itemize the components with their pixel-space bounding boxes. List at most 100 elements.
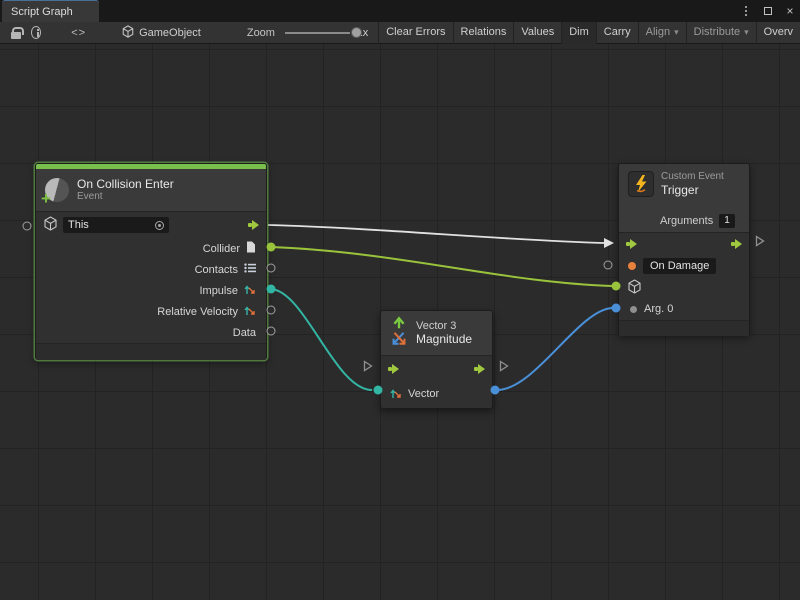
graph-canvas[interactable]: + On Collision Enter Event This Collider [0, 44, 800, 600]
vector3-mini-icon [244, 304, 256, 319]
node-title: On Collision Enter [77, 177, 174, 191]
zoom-slider[interactable] [285, 26, 350, 40]
port-row-relative-velocity[interactable]: Relative Velocity [36, 301, 266, 322]
wire-magnitude-to-arg0[interactable] [497, 308, 612, 390]
control-out-triangle-icon[interactable] [499, 359, 509, 377]
port-row-collider[interactable]: Collider [36, 238, 266, 259]
object-picker-icon[interactable] [155, 221, 164, 230]
align-button[interactable]: Align ▾ [638, 22, 686, 44]
code-icon[interactable]: <> [71, 27, 86, 39]
tab-script-graph[interactable]: Script Graph [2, 0, 99, 22]
wire-impulse-to-vector[interactable] [271, 289, 372, 390]
relations-button[interactable]: Relations [453, 22, 514, 44]
node-footer [36, 344, 266, 360]
collider-file-icon [246, 241, 256, 256]
arguments-count-field[interactable]: 1 [719, 214, 735, 228]
node-footer [619, 321, 749, 336]
control-input-port[interactable] [388, 364, 399, 374]
event-name-value: On Damage [650, 260, 709, 272]
target-field[interactable]: This [63, 217, 169, 233]
control-input-port[interactable] [626, 239, 637, 249]
info-icon[interactable] [31, 26, 41, 39]
gameobject-button[interactable]: GameObject [122, 25, 201, 41]
dropdown-arrow-icon: ▾ [674, 22, 679, 43]
port-magnitude-output[interactable] [491, 386, 500, 395]
port-label: Impulse [199, 285, 238, 297]
overview-button[interactable]: Overv [756, 22, 800, 44]
node-header[interactable]: Custom Event Trigger [619, 164, 749, 210]
port-event-target-input[interactable] [612, 282, 621, 291]
node-kind: Vector 3 [416, 320, 472, 332]
port-contacts-output[interactable] [267, 264, 276, 273]
node-trigger-custom-event[interactable]: Custom Event Trigger Arguments 1 On Dama… [618, 163, 750, 335]
vector3-mini-icon [390, 387, 402, 402]
close-icon[interactable]: × [784, 4, 796, 18]
event-name-row[interactable]: On Damage [619, 255, 749, 277]
control-flow-row[interactable] [381, 356, 492, 382]
port-row-data[interactable]: Data [36, 322, 266, 343]
graph-toolbar: <> GameObject Zoom 1x Clear Errors Relat… [0, 22, 800, 44]
port-vector-input[interactable] [374, 386, 383, 395]
dropdown-arrow-icon: ▾ [744, 22, 749, 43]
port-row-impulse[interactable]: Impulse [36, 280, 266, 301]
distribute-button[interactable]: Distribute ▾ [686, 22, 756, 44]
port-label: Data [233, 327, 256, 339]
node-on-collision-enter[interactable]: + On Collision Enter Event This Collider [35, 163, 267, 360]
vector-input-row[interactable]: Vector [381, 382, 492, 406]
target-port-row[interactable]: This [36, 212, 266, 238]
custom-event-icon [628, 171, 654, 197]
wire-control-arrowhead [604, 238, 614, 248]
node-kind: Custom Event [661, 171, 724, 183]
arg0-port-row[interactable]: Arg. 0 [619, 298, 749, 320]
arguments-label: Arguments [660, 215, 713, 227]
port-label: Collider [203, 243, 240, 255]
target-value: This [68, 219, 89, 231]
control-output-port[interactable] [731, 239, 742, 249]
vector3-icon [389, 315, 409, 352]
port-data-output[interactable] [267, 327, 276, 336]
port-oce-target-input[interactable] [23, 222, 32, 231]
gameobject-cube-icon [44, 216, 57, 234]
port-event-name-input[interactable] [604, 261, 613, 270]
node-title: Trigger [661, 183, 724, 197]
gameobject-icon [122, 25, 134, 41]
gameobject-label: GameObject [139, 27, 201, 39]
target-port-row[interactable] [619, 277, 749, 298]
node-title: Magnitude [416, 332, 472, 346]
align-label: Align [646, 22, 670, 43]
values-button[interactable]: Values [513, 22, 561, 44]
vector3-mini-icon [244, 283, 256, 298]
control-flow-row[interactable] [619, 233, 749, 255]
maximize-icon[interactable] [762, 4, 774, 18]
port-label: Vector [408, 388, 439, 400]
kebab-menu-icon[interactable] [740, 4, 752, 18]
string-port-dot [628, 262, 636, 270]
clear-errors-button[interactable]: Clear Errors [378, 22, 452, 44]
control-output-port[interactable] [474, 364, 485, 374]
event-name-field[interactable]: On Damage [643, 258, 716, 274]
node-header[interactable]: Vector 3 Magnitude [381, 311, 492, 355]
port-relative-velocity-output[interactable] [267, 306, 276, 315]
port-label: Relative Velocity [157, 306, 238, 318]
node-header[interactable]: + On Collision Enter Event [36, 169, 266, 211]
wire-control-flow[interactable] [268, 225, 604, 243]
node-vector3-magnitude[interactable]: Vector 3 Magnitude Vector [380, 310, 493, 409]
value-port-dot [630, 306, 637, 313]
arguments-row[interactable]: Arguments 1 [619, 210, 749, 232]
zoom-label: Zoom [247, 27, 275, 39]
wire-collider-to-target[interactable] [271, 247, 612, 286]
lock-icon[interactable] [9, 25, 20, 41]
node-subtitle: Event [77, 191, 174, 203]
zoom-slider-knob[interactable] [351, 27, 362, 38]
dim-button[interactable]: Dim [561, 22, 596, 44]
port-arg0-input[interactable] [612, 304, 621, 313]
gameobject-cube-icon [628, 279, 641, 297]
port-row-contacts[interactable]: Contacts [36, 259, 266, 280]
port-impulse-output[interactable] [267, 285, 276, 294]
port-label: Contacts [195, 264, 238, 276]
port-collider-output[interactable] [267, 243, 276, 252]
control-out-triangle-icon[interactable] [755, 234, 765, 252]
control-output-port[interactable] [248, 220, 259, 230]
carry-button[interactable]: Carry [596, 22, 638, 44]
control-in-triangle-icon[interactable] [363, 359, 373, 377]
